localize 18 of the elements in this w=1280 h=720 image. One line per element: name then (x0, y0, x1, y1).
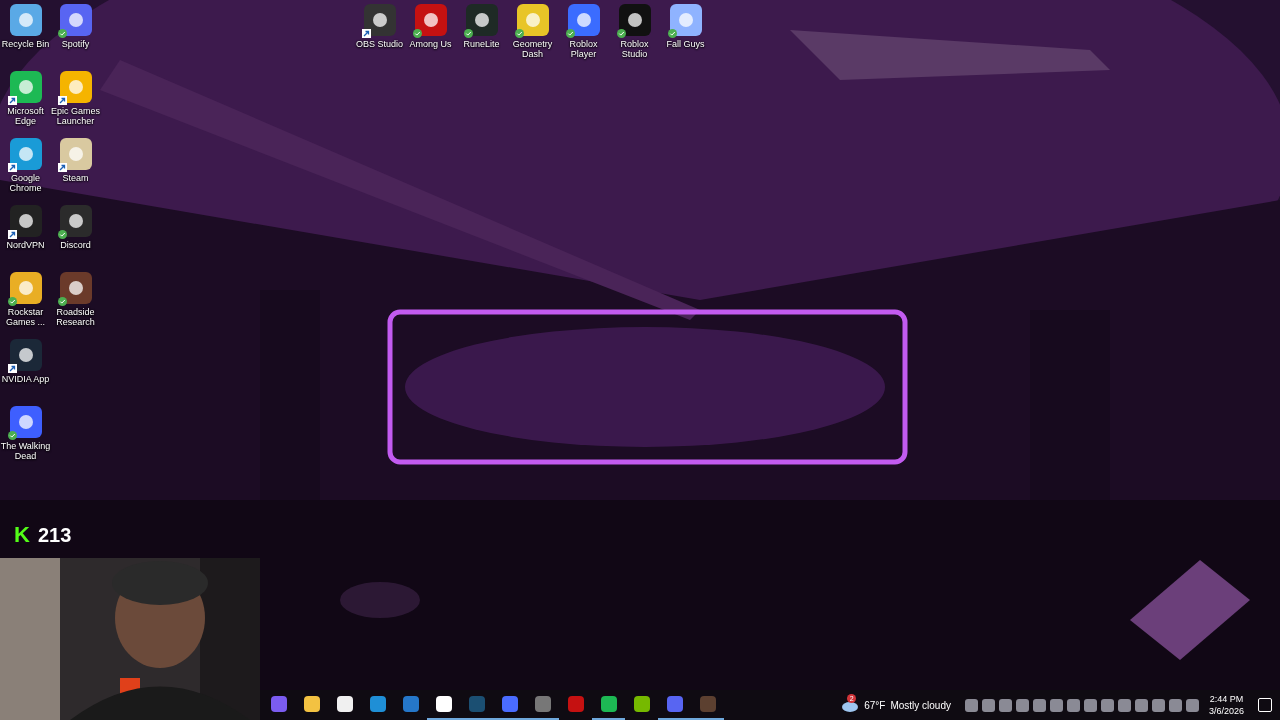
tray-icon[interactable] (1100, 698, 1114, 712)
tray-icon[interactable] (1015, 698, 1029, 712)
temperature[interactable]: 67°F (864, 699, 886, 711)
tray-icon[interactable] (1117, 698, 1131, 712)
weather-condition[interactable]: Mostly cloudy (890, 699, 951, 711)
tray-icon[interactable] (1083, 698, 1097, 712)
tray-icon[interactable] (981, 698, 995, 712)
tray-icon[interactable] (1066, 698, 1080, 712)
tray-icon[interactable] (998, 698, 1012, 712)
tray-icon[interactable] (1049, 698, 1063, 712)
tray-icon[interactable] (1168, 698, 1182, 712)
tray-icon[interactable] (964, 698, 978, 712)
clock[interactable]: 2:44 PM 3/6/2026 (1208, 693, 1244, 717)
notification-icon[interactable] (1258, 698, 1272, 712)
tray-icon[interactable] (1032, 698, 1046, 712)
tray-icon[interactable] (1185, 698, 1199, 712)
tray-icon[interactable] (1134, 698, 1148, 712)
tray-icon[interactable] (1151, 698, 1165, 712)
